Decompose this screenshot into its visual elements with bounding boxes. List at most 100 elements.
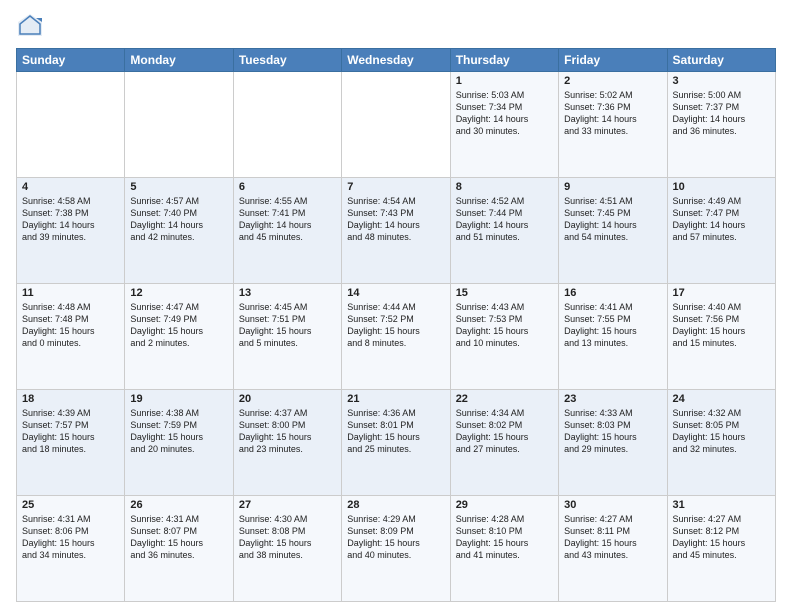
day-cell (17, 72, 125, 178)
day-number: 25 (22, 499, 119, 511)
logo (16, 12, 48, 40)
day-number: 3 (673, 75, 770, 87)
day-number: 11 (22, 287, 119, 299)
day-cell: 4 Sunrise: 4:58 AM Sunset: 7:38 PM Daylig… (17, 178, 125, 284)
weekday-header-sunday: Sunday (17, 49, 125, 72)
day-cell: 8 Sunrise: 4:52 AM Sunset: 7:44 PM Daylig… (450, 178, 558, 284)
day-cell: 19 Sunrise: 4:38 AM Sunset: 7:59 PM Dayli… (125, 390, 233, 496)
day-number: 22 (456, 393, 553, 405)
day-number: 20 (239, 393, 336, 405)
day-cell: 24Sunrise: 4:32 AM Sunset: 8:05 PM Dayli… (667, 390, 775, 496)
day-number: 21 (347, 393, 444, 405)
day-info: Sunrise: 4:37 AM Sunset: 8:00 PM Dayligh… (239, 407, 336, 456)
day-info: Sunrise: 4:57 AM Sunset: 7:40 PM Dayligh… (130, 195, 227, 244)
day-number: 19 (130, 393, 227, 405)
day-cell: 29 Sunrise: 4:28 AM Sunset: 8:10 PM Dayli… (450, 496, 558, 602)
day-info: Sunrise: 4:52 AM Sunset: 7:44 PM Dayligh… (456, 195, 553, 244)
day-cell: 9 Sunrise: 4:51 AM Sunset: 7:45 PM Daylig… (559, 178, 667, 284)
day-info: Sunrise: 4:29 AM Sunset: 8:09 PM Dayligh… (347, 513, 444, 562)
weekday-header-tuesday: Tuesday (233, 49, 341, 72)
day-cell: 11 Sunrise: 4:48 AM Sunset: 7:48 PM Dayli… (17, 284, 125, 390)
day-info: Sunrise: 4:30 AM Sunset: 8:08 PM Dayligh… (239, 513, 336, 562)
day-info: Sunrise: 4:48 AM Sunset: 7:48 PM Dayligh… (22, 301, 119, 350)
day-info: Sunrise: 4:51 AM Sunset: 7:45 PM Dayligh… (564, 195, 661, 244)
day-number: 10 (673, 181, 770, 193)
day-info: Sunrise: 4:28 AM Sunset: 8:10 PM Dayligh… (456, 513, 553, 562)
day-info: Sunrise: 4:31 AM Sunset: 8:07 PM Dayligh… (130, 513, 227, 562)
day-number: 29 (456, 499, 553, 511)
day-info: Sunrise: 5:00 AM Sunset: 7:37 PM Dayligh… (673, 89, 770, 138)
day-number: 9 (564, 181, 661, 193)
day-info: Sunrise: 4:32 AM Sunset: 8:05 PM Dayligh… (673, 407, 770, 456)
day-number: 23 (564, 393, 661, 405)
day-cell (342, 72, 450, 178)
day-cell: 25 Sunrise: 4:31 AM Sunset: 8:06 PM Dayli… (17, 496, 125, 602)
day-cell: 30 Sunrise: 4:27 AM Sunset: 8:11 PM Dayli… (559, 496, 667, 602)
day-number: 30 (564, 499, 661, 511)
day-number: 8 (456, 181, 553, 193)
day-info: Sunrise: 4:41 AM Sunset: 7:55 PM Dayligh… (564, 301, 661, 350)
day-number: 7 (347, 181, 444, 193)
day-number: 17 (673, 287, 770, 299)
day-cell: 15 Sunrise: 4:43 AM Sunset: 7:53 PM Dayli… (450, 284, 558, 390)
day-cell: 13 Sunrise: 4:45 AM Sunset: 7:51 PM Dayli… (233, 284, 341, 390)
weekday-header-friday: Friday (559, 49, 667, 72)
day-number: 5 (130, 181, 227, 193)
week-row-4: 18Sunrise: 4:39 AM Sunset: 7:57 PM Dayli… (17, 390, 776, 496)
day-number: 6 (239, 181, 336, 193)
header (16, 12, 776, 40)
logo-icon (16, 12, 44, 40)
day-cell: 28Sunrise: 4:29 AM Sunset: 8:09 PM Dayli… (342, 496, 450, 602)
day-info: Sunrise: 4:27 AM Sunset: 8:12 PM Dayligh… (673, 513, 770, 562)
day-number: 12 (130, 287, 227, 299)
day-info: Sunrise: 4:27 AM Sunset: 8:11 PM Dayligh… (564, 513, 661, 562)
day-info: Sunrise: 4:40 AM Sunset: 7:56 PM Dayligh… (673, 301, 770, 350)
day-number: 15 (456, 287, 553, 299)
day-info: Sunrise: 5:02 AM Sunset: 7:36 PM Dayligh… (564, 89, 661, 138)
weekday-header-monday: Monday (125, 49, 233, 72)
day-cell: 22 Sunrise: 4:34 AM Sunset: 8:02 PM Dayli… (450, 390, 558, 496)
day-info: Sunrise: 5:03 AM Sunset: 7:34 PM Dayligh… (456, 89, 553, 138)
day-cell: 7 Sunrise: 4:54 AM Sunset: 7:43 PM Daylig… (342, 178, 450, 284)
day-cell: 14Sunrise: 4:44 AM Sunset: 7:52 PM Dayli… (342, 284, 450, 390)
day-number: 4 (22, 181, 119, 193)
day-info: Sunrise: 4:54 AM Sunset: 7:43 PM Dayligh… (347, 195, 444, 244)
day-cell: 31Sunrise: 4:27 AM Sunset: 8:12 PM Dayli… (667, 496, 775, 602)
day-cell: 20 Sunrise: 4:37 AM Sunset: 8:00 PM Dayli… (233, 390, 341, 496)
day-cell: 10 Sunrise: 4:49 AM Sunset: 7:47 PM Dayli… (667, 178, 775, 284)
day-number: 14 (347, 287, 444, 299)
day-info: Sunrise: 4:34 AM Sunset: 8:02 PM Dayligh… (456, 407, 553, 456)
week-row-1: 1 Sunrise: 5:03 AM Sunset: 7:34 PM Daylig… (17, 72, 776, 178)
day-info: Sunrise: 4:49 AM Sunset: 7:47 PM Dayligh… (673, 195, 770, 244)
day-info: Sunrise: 4:38 AM Sunset: 7:59 PM Dayligh… (130, 407, 227, 456)
day-cell: 5 Sunrise: 4:57 AM Sunset: 7:40 PM Daylig… (125, 178, 233, 284)
day-cell: 6 Sunrise: 4:55 AM Sunset: 7:41 PM Daylig… (233, 178, 341, 284)
page: SundayMondayTuesdayWednesdayThursdayFrid… (0, 0, 792, 612)
day-cell: 1 Sunrise: 5:03 AM Sunset: 7:34 PM Daylig… (450, 72, 558, 178)
day-cell (125, 72, 233, 178)
day-info: Sunrise: 4:45 AM Sunset: 7:51 PM Dayligh… (239, 301, 336, 350)
day-cell: 3 Sunrise: 5:00 AM Sunset: 7:37 PM Daylig… (667, 72, 775, 178)
day-cell: 17 Sunrise: 4:40 AM Sunset: 7:56 PM Dayli… (667, 284, 775, 390)
day-number: 13 (239, 287, 336, 299)
day-info: Sunrise: 4:36 AM Sunset: 8:01 PM Dayligh… (347, 407, 444, 456)
day-info: Sunrise: 4:43 AM Sunset: 7:53 PM Dayligh… (456, 301, 553, 350)
day-info: Sunrise: 4:33 AM Sunset: 8:03 PM Dayligh… (564, 407, 661, 456)
calendar-body: 1 Sunrise: 5:03 AM Sunset: 7:34 PM Daylig… (17, 72, 776, 602)
weekday-row: SundayMondayTuesdayWednesdayThursdayFrid… (17, 49, 776, 72)
day-number: 27 (239, 499, 336, 511)
day-number: 2 (564, 75, 661, 87)
day-cell: 23 Sunrise: 4:33 AM Sunset: 8:03 PM Dayli… (559, 390, 667, 496)
day-info: Sunrise: 4:58 AM Sunset: 7:38 PM Dayligh… (22, 195, 119, 244)
day-cell (233, 72, 341, 178)
week-row-3: 11 Sunrise: 4:48 AM Sunset: 7:48 PM Dayli… (17, 284, 776, 390)
day-info: Sunrise: 4:55 AM Sunset: 7:41 PM Dayligh… (239, 195, 336, 244)
day-number: 18 (22, 393, 119, 405)
day-number: 1 (456, 75, 553, 87)
day-info: Sunrise: 4:31 AM Sunset: 8:06 PM Dayligh… (22, 513, 119, 562)
day-cell: 16Sunrise: 4:41 AM Sunset: 7:55 PM Dayli… (559, 284, 667, 390)
weekday-header-wednesday: Wednesday (342, 49, 450, 72)
day-cell: 12Sunrise: 4:47 AM Sunset: 7:49 PM Dayli… (125, 284, 233, 390)
day-cell: 21 Sunrise: 4:36 AM Sunset: 8:01 PM Dayli… (342, 390, 450, 496)
weekday-header-thursday: Thursday (450, 49, 558, 72)
